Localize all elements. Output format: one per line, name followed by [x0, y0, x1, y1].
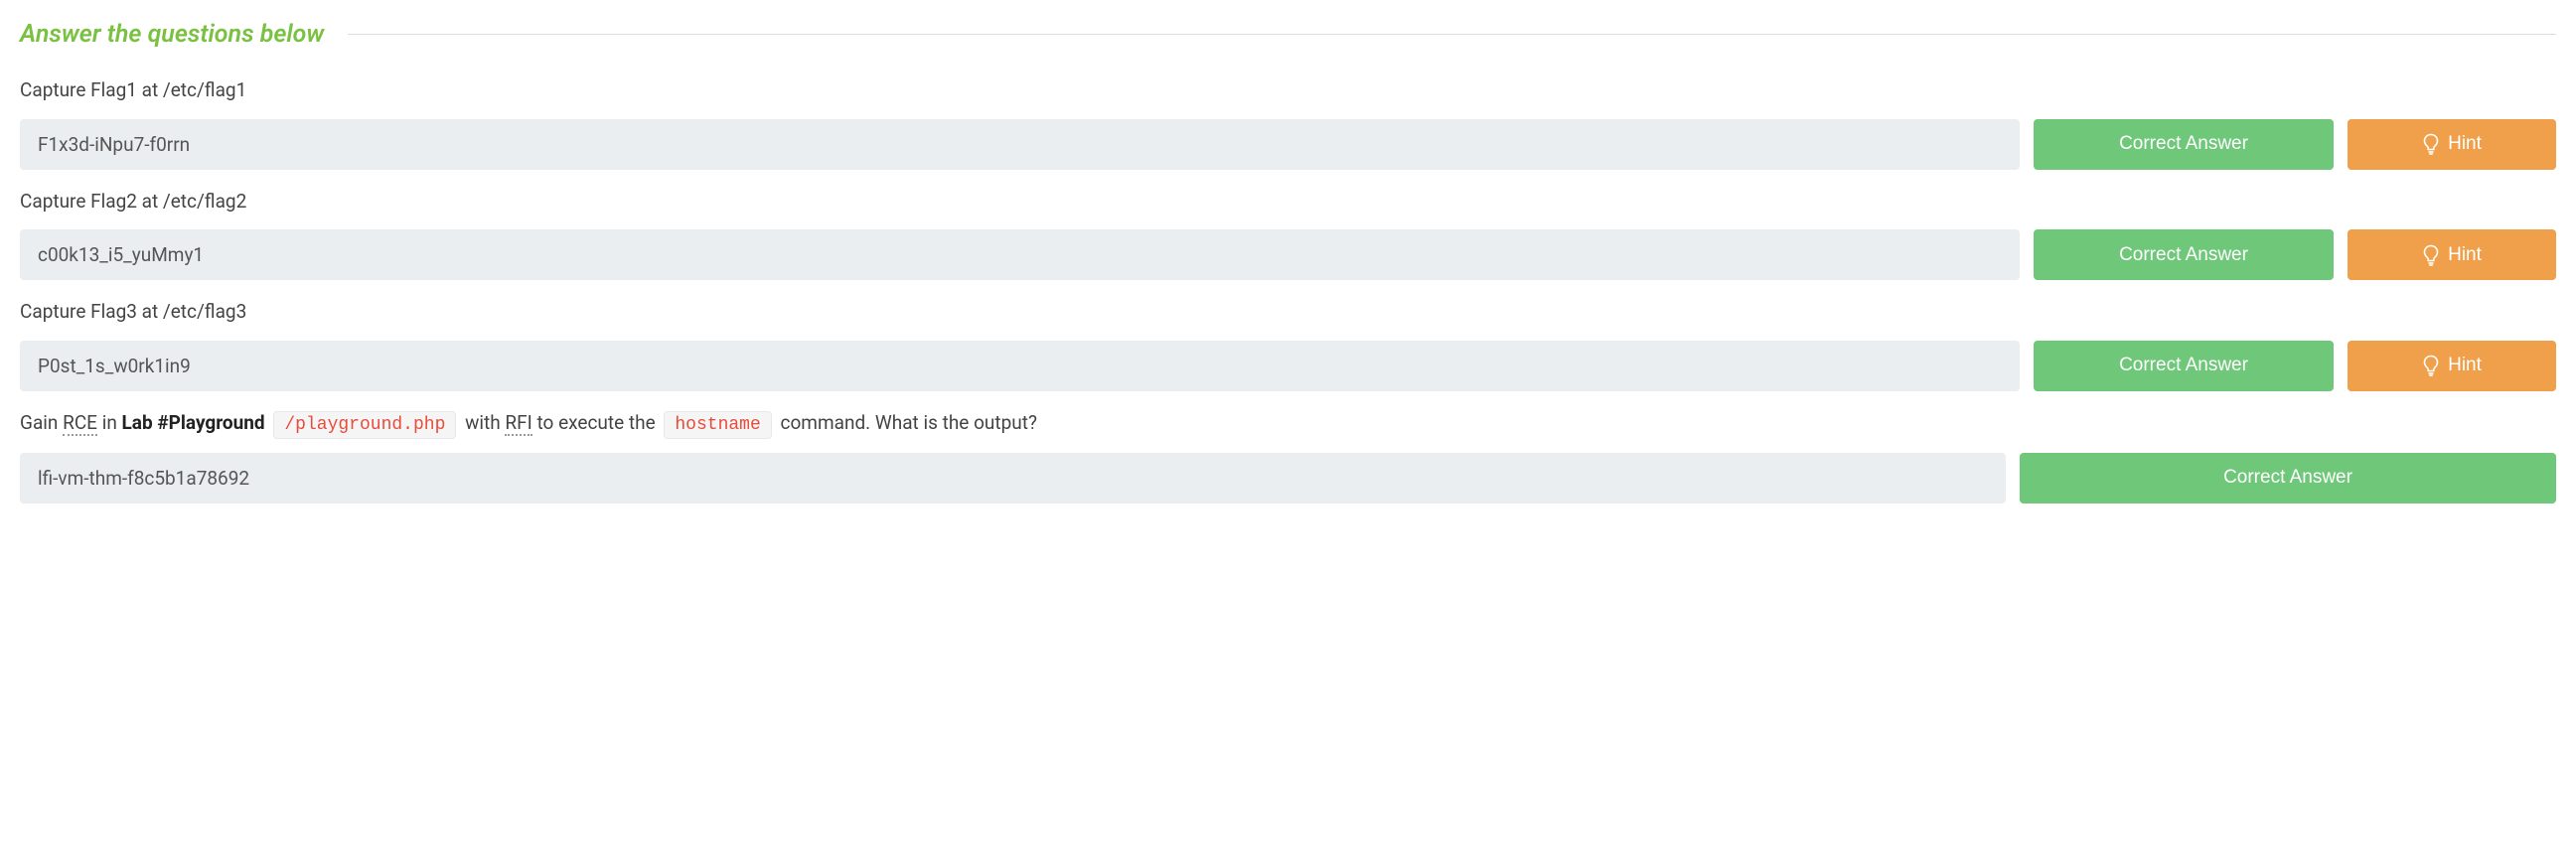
- hint-button[interactable]: Hint: [2348, 119, 2556, 170]
- hint-button[interactable]: Hint: [2348, 341, 2556, 391]
- question-block: Capture Flag1 at /etc/flag1 Correct Answ…: [0, 76, 2576, 170]
- correct-answer-button[interactable]: Correct Answer: [2034, 229, 2334, 280]
- answer-input[interactable]: [20, 119, 2020, 170]
- abbr-rce: RCE: [63, 411, 97, 436]
- question-label: Capture Flag2 at /etc/flag2: [20, 188, 2556, 216]
- lightbulb-icon: [2422, 355, 2440, 376]
- answer-row: Correct Answer Hint: [20, 341, 2556, 391]
- section-header: Answer the questions below: [0, 0, 2576, 49]
- lab-name: Lab #Playground: [122, 411, 265, 434]
- answer-row: Correct Answer: [20, 453, 2556, 504]
- answer-row: Correct Answer Hint: [20, 119, 2556, 170]
- question-block: Gain RCE in Lab #Playground /playground.…: [0, 409, 2576, 504]
- hint-button[interactable]: Hint: [2348, 229, 2556, 280]
- question-block: Capture Flag2 at /etc/flag2 Correct Answ…: [0, 188, 2576, 281]
- question-label: Gain RCE in Lab #Playground /playground.…: [20, 409, 2556, 439]
- hint-label: Hint: [2448, 355, 2482, 376]
- hint-label: Hint: [2448, 133, 2482, 155]
- correct-answer-button[interactable]: Correct Answer: [2034, 341, 2334, 391]
- answer-row: Correct Answer Hint: [20, 229, 2556, 280]
- correct-answer-button[interactable]: Correct Answer: [2034, 119, 2334, 170]
- hint-label: Hint: [2448, 244, 2482, 266]
- correct-answer-button[interactable]: Correct Answer: [2020, 453, 2556, 504]
- answer-input[interactable]: [20, 341, 2020, 391]
- lightbulb-icon: [2422, 244, 2440, 266]
- code-command: hostname: [664, 411, 771, 439]
- answer-input[interactable]: [20, 229, 2020, 280]
- section-title: Answer the questions below: [20, 20, 324, 49]
- correct-answer-label: Correct Answer: [2119, 244, 2248, 266]
- question-block: Capture Flag3 at /etc/flag3 Correct Answ…: [0, 298, 2576, 391]
- code-path: /playground.php: [273, 411, 456, 439]
- answer-input[interactable]: [20, 453, 2006, 504]
- question-label: Capture Flag1 at /etc/flag1: [20, 76, 2556, 105]
- abbr-rfi: RFI: [505, 411, 531, 436]
- correct-answer-label: Correct Answer: [2119, 355, 2248, 376]
- question-label: Capture Flag3 at /etc/flag3: [20, 298, 2556, 327]
- lightbulb-icon: [2422, 133, 2440, 155]
- correct-answer-label: Correct Answer: [2223, 467, 2352, 489]
- divider: [348, 34, 2556, 35]
- correct-answer-label: Correct Answer: [2119, 133, 2248, 155]
